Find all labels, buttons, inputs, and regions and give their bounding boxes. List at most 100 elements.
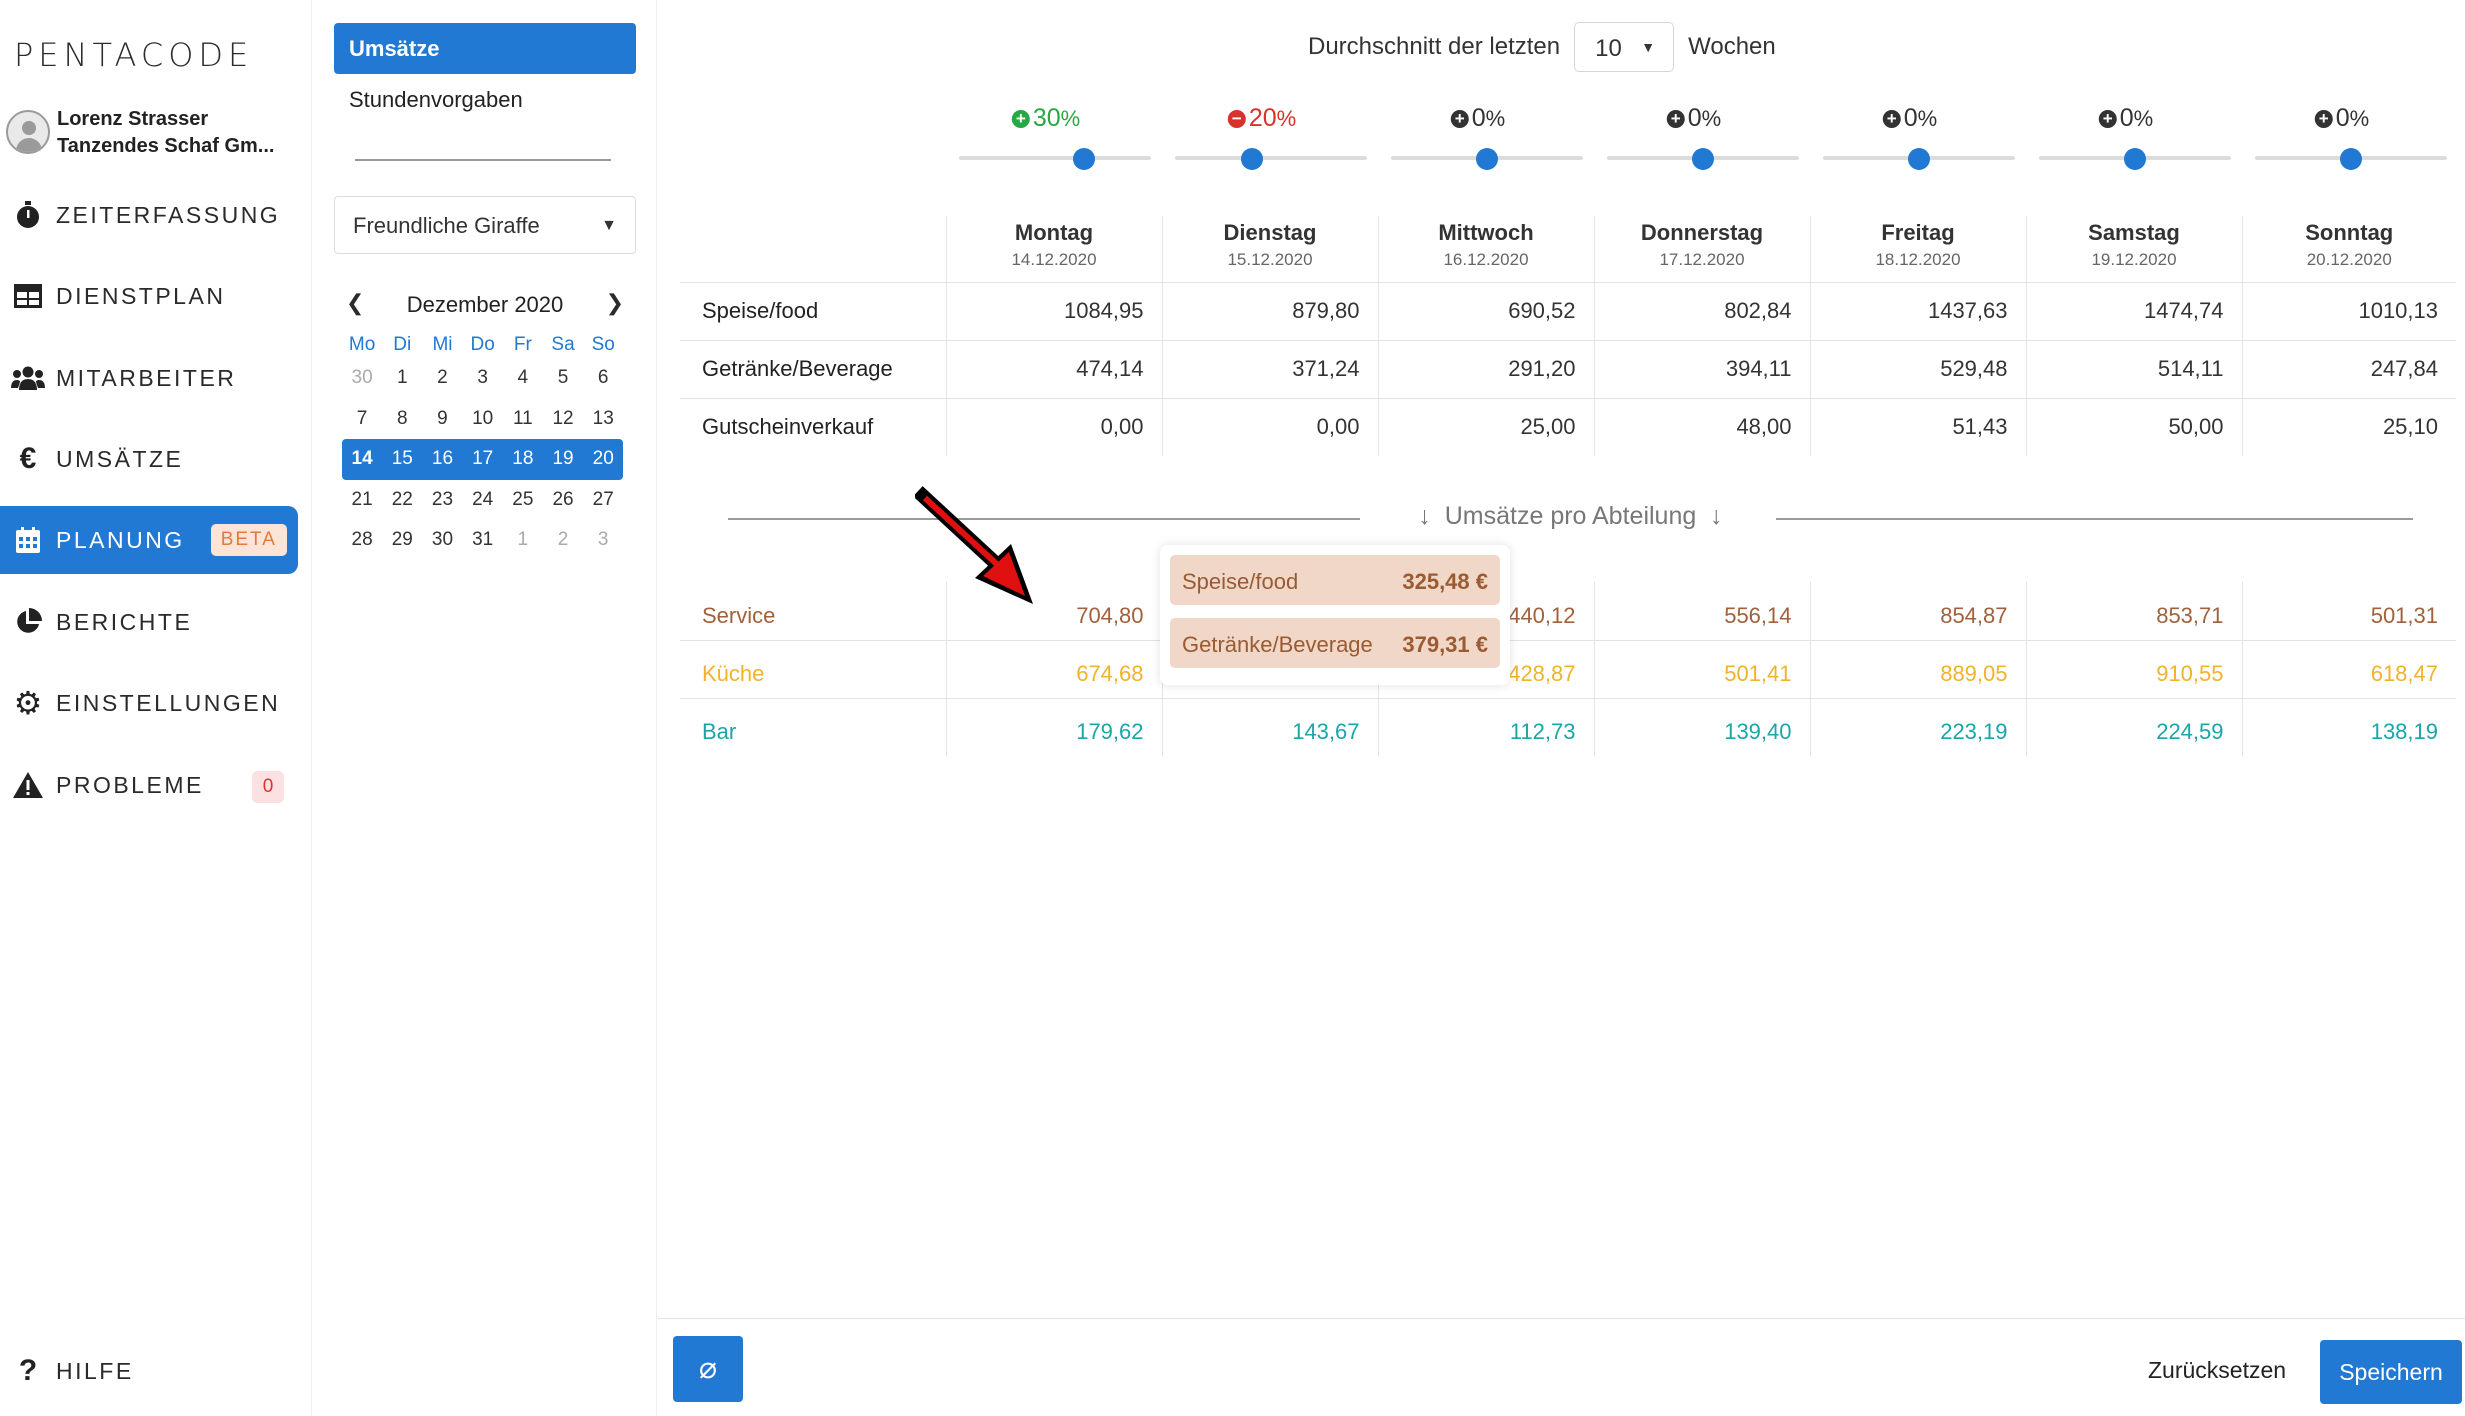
adjustment-slider[interactable] [1175, 148, 1367, 170]
adjustment-slider[interactable] [2255, 148, 2447, 170]
department-cell[interactable]: 556,14 [1594, 582, 1811, 641]
calendar-day[interactable]: 2 [543, 520, 583, 561]
calendar-day[interactable]: 9 [422, 399, 462, 440]
location-select[interactable]: Freundliche Giraffe ▼ [334, 196, 636, 254]
nav-item-mitarbeiter[interactable]: MITARBEITER [0, 344, 298, 412]
adjustment-slider[interactable] [1391, 148, 1583, 170]
revenue-cell[interactable]: 1010,13 [2242, 282, 2456, 341]
calendar-day[interactable]: 23 [422, 480, 462, 521]
revenue-cell[interactable]: 394,11 [1594, 340, 1811, 399]
department-cell[interactable]: 854,87 [1810, 582, 2027, 641]
adjustment-slider[interactable] [1607, 148, 1799, 170]
nav-item-umsaetze[interactable]: € UMSÄTZE [0, 425, 298, 493]
calendar-day[interactable]: 15 [382, 439, 423, 480]
revenue-cell[interactable]: 371,24 [1162, 340, 1379, 399]
calendar-day[interactable]: 7 [342, 399, 382, 440]
calendar-day[interactable]: 10 [463, 399, 503, 440]
revenue-cell[interactable]: 48,00 [1594, 398, 1811, 456]
minus-circle-icon[interactable]: − [1227, 110, 1246, 128]
department-cell[interactable]: 223,19 [1810, 698, 2027, 756]
department-cell[interactable]: 618,47 [2242, 640, 2456, 699]
calendar-day[interactable]: 14 [342, 439, 383, 480]
plus-circle-icon[interactable]: + [1450, 110, 1469, 128]
calendar-day[interactable]: 30 [342, 358, 382, 399]
department-cell[interactable]: 139,40 [1594, 698, 1811, 756]
adjustment-slider[interactable] [959, 148, 1151, 170]
reset-button[interactable]: Zurücksetzen [2148, 1357, 2286, 1384]
adjustment-slider[interactable] [2039, 148, 2231, 170]
nav-item-probleme[interactable]: PROBLEME 0 [0, 751, 298, 819]
slider-handle[interactable] [1692, 148, 1714, 170]
slider-handle[interactable] [1240, 148, 1263, 170]
department-cell[interactable]: 910,55 [2026, 640, 2243, 699]
calendar-day[interactable]: 16 [422, 439, 463, 480]
revenue-cell[interactable]: 247,84 [2242, 340, 2456, 399]
revenue-cell[interactable]: 51,43 [1810, 398, 2027, 456]
calendar-day[interactable]: 31 [463, 520, 503, 561]
department-cell[interactable]: 224,59 [2026, 698, 2243, 756]
revenue-cell[interactable]: 0,00 [946, 398, 1163, 456]
save-button[interactable]: Speichern [2320, 1340, 2462, 1404]
clear-button[interactable]: ⌀ [673, 1336, 743, 1402]
user-profile[interactable]: Lorenz Strasser Tanzendes Schaf Gm... [6, 108, 301, 160]
calendar-day[interactable]: 27 [583, 480, 623, 521]
revenue-cell[interactable]: 291,20 [1378, 340, 1595, 399]
calendar-day[interactable]: 29 [382, 520, 422, 561]
nav-item-berichte[interactable]: BERICHTE [0, 588, 298, 656]
adjustment-slider[interactable] [1823, 148, 2015, 170]
department-cell[interactable]: 501,31 [2242, 582, 2456, 641]
nav-item-einstellungen[interactable]: ⚙ EINSTELLUNGEN [0, 669, 298, 737]
revenue-cell[interactable]: 474,14 [946, 340, 1163, 399]
tab-umsaetze[interactable]: Umsätze [334, 23, 636, 74]
revenue-cell[interactable]: 0,00 [1162, 398, 1379, 456]
calendar-day[interactable]: 22 [382, 480, 422, 521]
revenue-cell[interactable]: 25,10 [2242, 398, 2456, 456]
department-cell[interactable]: 853,71 [2026, 582, 2243, 641]
chevron-right-icon[interactable]: ❯ [606, 290, 624, 316]
calendar-day[interactable]: 1 [503, 520, 543, 561]
revenue-cell[interactable]: 50,00 [2026, 398, 2243, 456]
revenue-cell[interactable]: 879,80 [1162, 282, 1379, 341]
department-cell[interactable]: 138,19 [2242, 698, 2456, 756]
calendar-day[interactable]: 2 [422, 358, 462, 399]
department-cell[interactable]: 143,67 [1162, 698, 1379, 756]
plus-circle-icon[interactable]: + [1011, 110, 1030, 128]
revenue-cell[interactable]: 1084,95 [946, 282, 1163, 341]
nav-item-zeiterfassung[interactable]: ZEITERFASSUNG [0, 181, 298, 249]
slider-handle[interactable] [1072, 148, 1095, 170]
nav-item-hilfe[interactable]: ? HILFE [0, 1337, 298, 1405]
calendar-day[interactable]: 17 [462, 439, 503, 480]
plus-circle-icon[interactable]: + [2314, 110, 2333, 128]
department-cell[interactable]: 179,62 [946, 698, 1163, 756]
revenue-cell[interactable]: 25,00 [1378, 398, 1595, 456]
calendar-day[interactable]: 5 [543, 358, 583, 399]
plus-circle-icon[interactable]: + [2098, 110, 2117, 128]
slider-track[interactable] [1175, 156, 1367, 160]
calendar-day[interactable]: 3 [463, 358, 503, 399]
calendar-day[interactable]: 4 [503, 358, 543, 399]
calendar-day[interactable]: 21 [342, 480, 382, 521]
slider-handle[interactable] [2124, 148, 2146, 170]
nav-item-planung[interactable]: PLANUNG BETA [0, 506, 298, 574]
weeks-select[interactable]: 10 ▼ [1574, 22, 1675, 72]
calendar-day[interactable]: 8 [382, 399, 422, 440]
department-cell[interactable]: 674,68 [946, 640, 1163, 699]
calendar-day[interactable]: 3 [583, 520, 623, 561]
calendar-day[interactable]: 25 [503, 480, 543, 521]
department-cell[interactable]: 501,41 [1594, 640, 1811, 699]
calendar-day[interactable]: 24 [463, 480, 503, 521]
department-cell[interactable]: 112,73 [1378, 698, 1595, 756]
tab-stundenvorgaben[interactable]: Stundenvorgaben [349, 87, 523, 113]
slider-handle[interactable] [1476, 148, 1498, 170]
plus-circle-icon[interactable]: + [1666, 110, 1685, 128]
revenue-cell[interactable]: 514,11 [2026, 340, 2243, 399]
revenue-cell[interactable]: 690,52 [1378, 282, 1595, 341]
slider-handle[interactable] [1908, 148, 1930, 170]
calendar-day[interactable]: 28 [342, 520, 382, 561]
calendar-day[interactable]: 18 [502, 439, 543, 480]
department-cell[interactable]: 889,05 [1810, 640, 2027, 699]
slider-track[interactable] [959, 156, 1151, 160]
revenue-cell[interactable]: 1437,63 [1810, 282, 2027, 341]
calendar-day[interactable]: 6 [583, 358, 623, 399]
calendar-day[interactable]: 13 [583, 399, 623, 440]
